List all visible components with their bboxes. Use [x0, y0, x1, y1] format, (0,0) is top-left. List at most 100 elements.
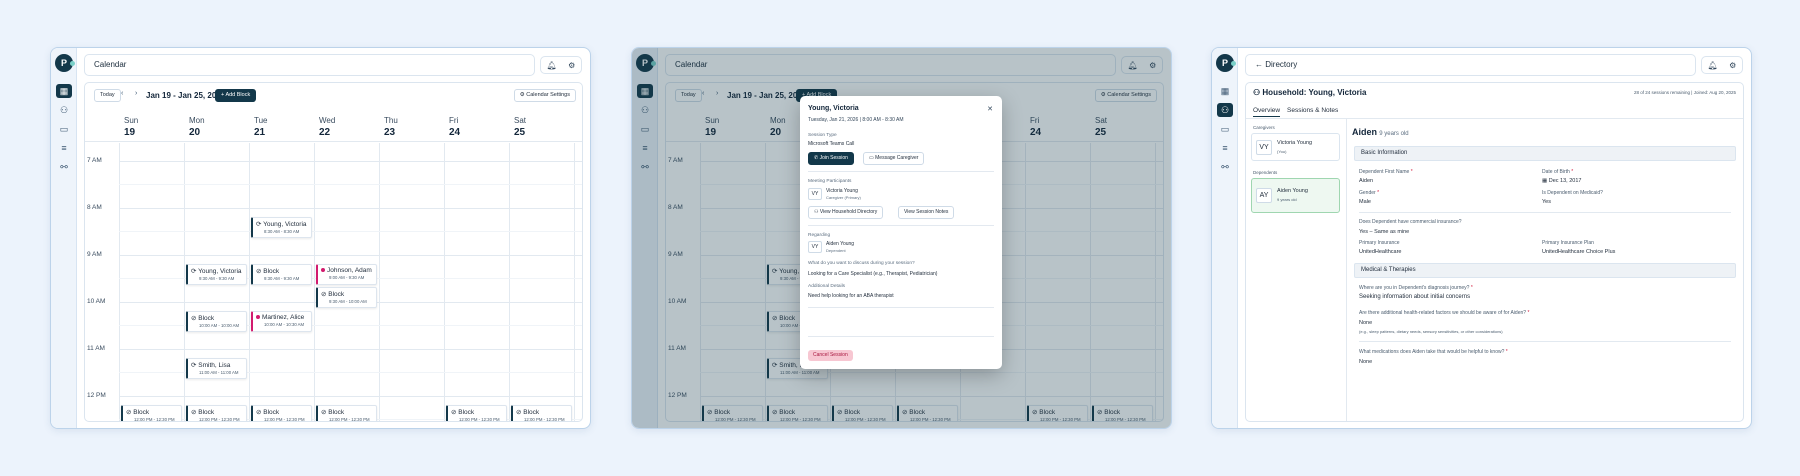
prev-week-button[interactable]: ‹: [121, 90, 123, 97]
event-time: 12:00 PM - 12:30 PM: [264, 417, 305, 422]
close-icon[interactable]: ✕: [987, 105, 993, 113]
medical-section-header: Medical & Therapies: [1354, 263, 1736, 278]
block-icon: ⊘: [321, 409, 327, 416]
hour-line: [119, 255, 582, 256]
event-time: 12:00 PM - 12:30 PM: [524, 417, 565, 422]
page-title: Calendar: [84, 54, 535, 76]
add-block-button[interactable]: + Add Block: [215, 89, 257, 102]
calendar-event[interactable]: ⊘ Block 12:00 PM - 12:30 PM: [511, 405, 572, 422]
calendar-nav-icon[interactable]: ▦: [1217, 84, 1233, 98]
event-title: ⊘ Block: [321, 408, 376, 416]
calendar-event[interactable]: Martinez, Alice 10:00 AM - 10:30 AM: [251, 311, 312, 332]
day-number[interactable]: 21: [254, 127, 265, 138]
people-nav-icon[interactable]: ⚇: [56, 103, 72, 117]
household-content: ⚇ Household: Young, Victoria 28 of 24 se…: [1245, 82, 1744, 422]
view-session-notes-button[interactable]: View Session Notes: [898, 206, 955, 219]
factors-question-text: Are there additional health-related fact…: [1359, 310, 1527, 316]
calendar-event[interactable]: ⟳ Young, Victoria 9:30 AM - 9:30 AM: [186, 264, 247, 285]
people-icon: ⚇: [1253, 88, 1261, 97]
join-session-button[interactable]: ✆ Join Session: [808, 152, 854, 165]
view-household-label: View Household Directory: [819, 209, 878, 215]
view-household-button[interactable]: ⚇ View Household Directory: [808, 206, 884, 219]
gender-value: Male: [1359, 199, 1371, 205]
event-title: ⊘ Block: [451, 408, 506, 416]
household-title: ⚇ Household: Young, Victoria: [1253, 88, 1366, 97]
card-nav-icon[interactable]: ▭: [56, 122, 72, 136]
message-caregiver-button[interactable]: ▭ Message Caregiver: [863, 152, 925, 165]
day-number[interactable]: 20: [189, 127, 200, 138]
settings-icon[interactable]: ⚙: [568, 61, 575, 70]
calendar-nav-icon[interactable]: ▦: [56, 84, 72, 98]
event-title-text: Johnson, Adam: [327, 267, 372, 274]
gender-label-text: Gender: [1359, 190, 1376, 196]
tab-sessions-notes[interactable]: Sessions & Notes: [1287, 107, 1338, 114]
block-icon: ⊘: [191, 315, 197, 322]
breadcrumb[interactable]: ← Directory: [1245, 54, 1696, 76]
day-number[interactable]: 23: [384, 127, 395, 138]
divider: [808, 171, 994, 172]
modal-datetime: Tuesday, Jan 21, 2026 | 8:00 AM - 8:30 A…: [808, 117, 904, 123]
calendar-event[interactable]: ⟳ Smith, Lisa 11:00 AM - 11:00 AM: [186, 358, 247, 379]
block-icon: ⊘: [256, 409, 262, 416]
calendar-event[interactable]: ⊘ Block 10:00 AM - 10:00 AM: [186, 311, 247, 332]
list-nav-icon[interactable]: ≡: [1217, 141, 1233, 155]
participants-label: Meeting Participants: [808, 179, 852, 184]
bell-icon[interactable]: 🔔︎: [547, 61, 557, 70]
calendar-event[interactable]: ⊘ Block 12:00 PM - 12:30 PM: [446, 405, 507, 421]
event-title: ⟳ Smith, Lisa: [191, 361, 246, 369]
required-marker: *: [1571, 169, 1574, 175]
calendar-event[interactable]: ⊘ Block 12:00 PM - 12:30 PM: [121, 405, 182, 422]
bell-icon[interactable]: 🔔︎: [1708, 61, 1718, 70]
tab-overview[interactable]: Overview: [1253, 107, 1281, 117]
calendar-event[interactable]: Johnson, Adam 9:00 AM - 9:30 AM: [316, 264, 377, 285]
dependent-card[interactable]: AY Aiden Young 9 years old: [1251, 178, 1340, 213]
regarding-avatar: VY: [808, 241, 822, 253]
insurance-answer: Yes – Same as mine: [1359, 229, 1410, 235]
list-nav-icon[interactable]: ≡: [56, 141, 72, 155]
day-number[interactable]: 22: [319, 127, 330, 138]
modal-title: Young, Victoria: [808, 105, 859, 112]
calendar-event[interactable]: ⊘ Block 9:30 AM - 10:00 AM: [316, 287, 377, 308]
calendar-event[interactable]: ⊘ Block 12:00 PM - 12:30 PM: [251, 405, 312, 422]
detail-name: Aiden: [1352, 127, 1378, 137]
settings-icon[interactable]: ⚙: [1729, 61, 1736, 70]
event-title-text: Block: [198, 315, 215, 322]
day-number[interactable]: 25: [514, 127, 525, 138]
event-time: 12:00 PM - 12:30 PM: [134, 417, 175, 422]
card-nav-icon[interactable]: ▭: [1217, 122, 1233, 136]
divider: [808, 336, 994, 337]
calendar-event[interactable]: ⊘ Block 9:30 AM - 9:30 AM: [251, 264, 312, 285]
status-dot-icon: [321, 268, 325, 273]
event-time: 10:00 AM - 10:00 AM: [199, 323, 240, 328]
event-time: 9:30 AM - 10:00 AM: [329, 299, 367, 304]
status-dot-icon: [256, 315, 260, 320]
block-icon: ⊘: [126, 409, 132, 416]
people-nav-icon[interactable]: ⚇: [1217, 103, 1233, 117]
calendar-event[interactable]: ⟳ Young, Victoria 8:30 AM - 8:30 AM: [251, 217, 312, 238]
medicaid-label: Is Dependent on Medicaid?: [1542, 190, 1603, 196]
calendar-modal-screenshot: P ▦ ⚇ ▭ ≡ ⚯ Calendar 🔔︎ ⚙ Today ‹ › Jan …: [631, 47, 1172, 429]
sidebar: P ▦ ⚇ ▭ ≡ ⚯: [1212, 48, 1238, 428]
divider: [85, 141, 582, 142]
dependents-label: Dependents: [1253, 170, 1278, 175]
cancel-session-button[interactable]: Cancel Session: [808, 350, 853, 361]
today-button[interactable]: Today: [94, 89, 121, 102]
calendar-event[interactable]: ⊘ Block 12:00 PM - 12:30 PM: [186, 405, 247, 421]
calendar-event[interactable]: ⊘ Block 12:00 PM - 12:30 PM: [316, 405, 377, 421]
additional-details-value: Need help looking for an ABA therapist: [808, 293, 894, 299]
caregiver-card[interactable]: VY Victoria Young (You): [1251, 133, 1340, 161]
calendar-settings-button[interactable]: ⚙ Calendar Settings: [513, 89, 576, 102]
day-number[interactable]: 19: [124, 127, 135, 138]
next-week-button[interactable]: ›: [135, 90, 137, 97]
hour-line: [119, 208, 582, 209]
event-title-text: Block: [328, 409, 345, 416]
primary-insurance-label: Primary Insurance: [1359, 240, 1400, 246]
journey-question: Where are you in Dependent's diagnosis j…: [1359, 285, 1473, 291]
event-title: ⊘ Block: [256, 408, 311, 416]
detail-age: 9 years old: [1379, 131, 1409, 137]
link-nav-icon[interactable]: ⚯: [1217, 160, 1233, 174]
breadcrumb-label: Directory: [1265, 60, 1298, 69]
link-nav-icon[interactable]: ⚯: [56, 160, 72, 174]
day-number[interactable]: 24: [449, 127, 460, 138]
event-title-text: Block: [328, 291, 345, 298]
